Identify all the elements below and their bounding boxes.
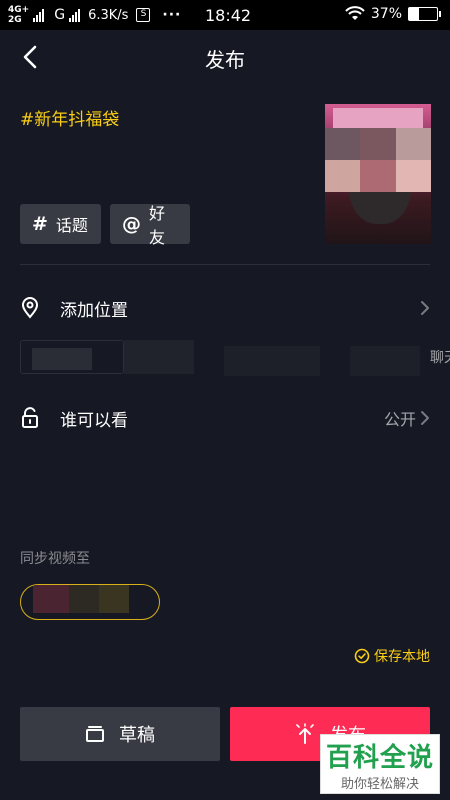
draft-button[interactable]: 草稿: [20, 707, 220, 761]
topic-chip-label: 话题: [55, 216, 88, 235]
battery-percent: 37%: [370, 6, 402, 22]
blurred-suggestion: [124, 340, 194, 374]
signal-icon-2: [69, 8, 81, 22]
publish-arrow-icon: [296, 723, 314, 744]
blurred-sync-icon: [33, 585, 69, 613]
add-location-label: 添加位置: [60, 300, 128, 321]
check-circle-icon: [354, 648, 370, 664]
battery-icon: [408, 7, 441, 21]
hashtag-icon: #: [32, 213, 48, 235]
sync-video-label: 同步视频至: [20, 551, 90, 567]
at-icon: @: [122, 213, 141, 235]
blurred-suggestion: [32, 348, 92, 370]
blurred-suggestion: [350, 346, 420, 376]
friend-chip-label: 好友: [149, 204, 166, 247]
status-bar: 4G+ 2G G 6.3K/s S ··· 18:42 37%: [0, 0, 450, 30]
blurred-sync-icon: [69, 585, 99, 613]
network-speed: 6.3K/s: [88, 7, 129, 23]
visibility-value: 公开: [383, 410, 416, 429]
save-local-toggle[interactable]: 保存本地: [354, 646, 430, 666]
network-type-bottom: 2G: [8, 15, 22, 25]
visibility-label: 谁可以看: [60, 410, 128, 431]
blurred-sync-icon: [99, 585, 129, 613]
second-network-type: G: [54, 7, 66, 23]
more-notifications-icon: ···: [162, 7, 182, 23]
clock: 18:42: [205, 6, 252, 25]
watermark-title: 百科全说: [325, 743, 434, 773]
s-badge-icon: S: [136, 8, 151, 22]
network-type-top: 4G+: [8, 5, 30, 15]
signal-icon: [33, 8, 45, 22]
section-divider: [20, 264, 430, 265]
save-local-label: 保存本地: [374, 649, 430, 665]
network-type: 4G+ 2G: [8, 5, 29, 25]
watermark-logo: 百科全说 助你轻松解决: [320, 734, 440, 794]
sync-toggle[interactable]: [20, 584, 160, 620]
visibility-row[interactable]: 谁可以看 公开: [20, 398, 432, 438]
blurred-suggestion: [224, 346, 320, 376]
unlock-icon: [22, 407, 38, 428]
add-location-row[interactable]: 添加位置: [20, 288, 432, 328]
topic-chip-button[interactable]: # 话题: [20, 204, 101, 244]
watermark-subtitle: 助你轻松解决: [340, 777, 419, 792]
draft-button-label: 草稿: [119, 725, 155, 746]
caption-text[interactable]: #新年抖福袋: [20, 105, 119, 130]
top-nav: 发布: [0, 30, 450, 84]
chevron-right-icon: [421, 411, 429, 425]
friend-chip-button[interactable]: @ 好友: [110, 204, 190, 247]
chevron-right-icon: [421, 301, 429, 315]
drafts-box-icon: [86, 726, 104, 742]
video-cover-thumbnail[interactable]: [325, 104, 431, 244]
status-left: 4G+ 2G G 6.3K/s S ···: [8, 5, 181, 25]
location-suggestions: 聊天: [20, 340, 450, 376]
face-mosaic: [325, 128, 431, 192]
status-right: 37%: [345, 6, 441, 22]
location-pin-icon: [21, 297, 39, 319]
location-suggestion-partial[interactable]: 聊天: [430, 347, 450, 367]
page-title: 发布: [205, 48, 245, 72]
wifi-icon: [345, 6, 365, 20]
